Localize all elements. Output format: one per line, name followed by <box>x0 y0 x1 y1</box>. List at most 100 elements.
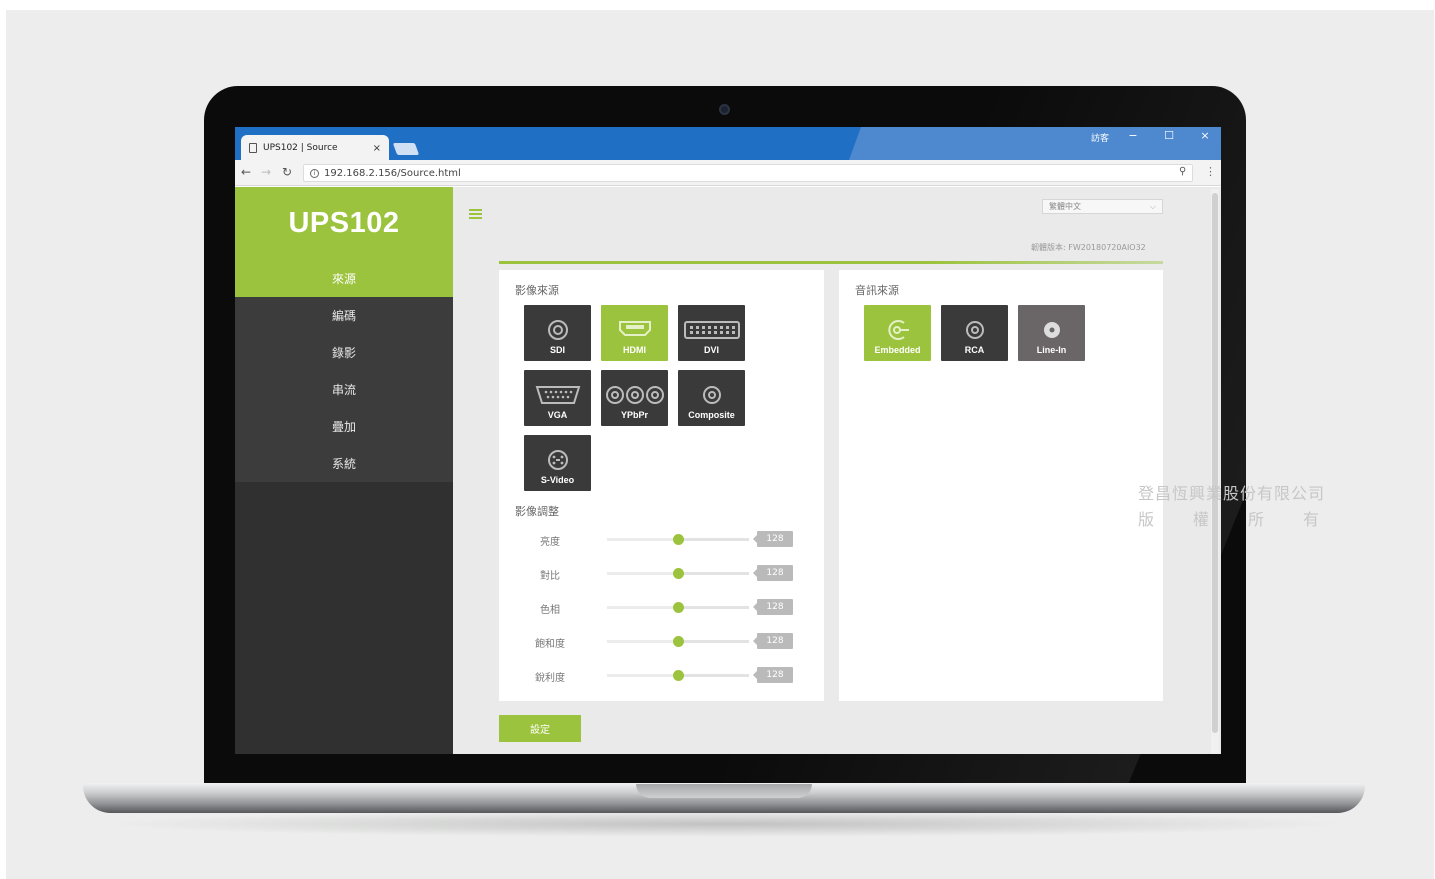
video-source-grid: SDI HDMI DVI VGA YPbPr Composite S-Video <box>524 305 745 491</box>
browser-tab[interactable]: UPS102 | Source × <box>241 135 389 161</box>
info-icon: i <box>310 168 319 178</box>
sidebar-item-system[interactable]: 系統 <box>235 445 453 482</box>
close-window-button[interactable]: × <box>1197 129 1213 142</box>
adjust-label: 色相 <box>540 605 560 616</box>
laptop-screen: UPS102 | Source × 訪客 − ☐ × ← → ↻ i 192.1… <box>235 127 1221 754</box>
adjust-label: 對比 <box>540 571 560 582</box>
audio-source-title: 音訊來源 <box>855 284 899 297</box>
new-tab-button[interactable] <box>392 143 420 155</box>
sharpness-slider[interactable] <box>607 670 749 681</box>
audio-source-grid: Embedded RCA Line-In <box>864 305 1085 361</box>
audio-tile-embedded[interactable]: Embedded <box>864 305 931 361</box>
url-text[interactable]: 192.168.2.156/Source.html <box>324 168 461 179</box>
adjust-row-contrast: 對比 128 <box>515 556 810 590</box>
window-user-label[interactable]: 訪客 <box>1091 131 1109 144</box>
browser-toolbar: ← → ↻ i 192.168.2.156/Source.html ⚲ ⋮ <box>235 160 1221 186</box>
back-arrow-icon[interactable]: ← <box>241 165 251 179</box>
webcam-icon <box>719 104 730 115</box>
saturation-slider[interactable] <box>607 636 749 647</box>
page-icon <box>249 143 257 153</box>
adjust-value: 128 <box>753 565 793 581</box>
set-button[interactable]: 設定 <box>499 715 581 742</box>
audio-tile-rca[interactable]: RCA <box>941 305 1008 361</box>
hamburger-menu-icon[interactable] <box>469 209 482 221</box>
source-tile-composite[interactable]: Composite <box>678 370 745 426</box>
watermark-rights: 版 權 所 有 <box>1138 507 1320 533</box>
tile-label: SDI <box>549 345 565 355</box>
maximize-button[interactable]: ☐ <box>1161 129 1177 142</box>
slider-fill <box>607 606 678 609</box>
adjust-value: 128 <box>753 633 793 649</box>
source-tile-svideo[interactable]: S-Video <box>524 435 591 491</box>
page-scrollbar[interactable] <box>1211 189 1219 754</box>
composite-connector-icon <box>702 386 721 404</box>
header-divider <box>499 261 1163 264</box>
source-tile-vga[interactable]: VGA <box>524 370 591 426</box>
tile-label: RCA <box>964 345 985 355</box>
laptop-shadow <box>100 811 1350 837</box>
brightness-slider[interactable] <box>607 534 749 545</box>
hue-slider[interactable] <box>607 602 749 613</box>
adjust-row-hue: 色相 128 <box>515 590 810 624</box>
tile-label: Embedded <box>874 345 921 355</box>
tile-label: S-Video <box>540 475 575 485</box>
dvi-connector-icon <box>683 321 740 339</box>
zoom-icon[interactable]: ⚲ <box>1179 166 1186 177</box>
browser-titlebar: UPS102 | Source × 訪客 − ☐ × <box>235 127 1221 161</box>
scrollbar-thumb[interactable] <box>1212 193 1218 733</box>
rca-connector-icon <box>965 321 984 339</box>
sdi-connector-icon <box>547 320 568 340</box>
watermark-char: 有 <box>1302 510 1320 529</box>
forward-arrow-icon[interactable]: → <box>261 165 271 179</box>
svideo-connector-icon <box>547 450 568 470</box>
ypbpr-connector-icon <box>605 386 664 404</box>
source-tile-hdmi[interactable]: HDMI <box>601 305 668 361</box>
reload-icon[interactable]: ↻ <box>282 165 292 179</box>
slider-thumb[interactable] <box>673 534 684 545</box>
slider-thumb[interactable] <box>673 568 684 579</box>
video-source-title: 影像來源 <box>515 284 559 297</box>
slider-thumb[interactable] <box>673 602 684 613</box>
source-tile-dvi[interactable]: DVI <box>678 305 745 361</box>
minimize-button[interactable]: − <box>1125 129 1141 142</box>
slider-fill <box>607 640 678 643</box>
adjust-row-saturation: 飽和度 128 <box>515 624 810 658</box>
slider-fill <box>607 674 678 677</box>
watermark-char: 權 <box>1192 510 1210 529</box>
source-tile-ypbpr[interactable]: YPbPr <box>601 370 668 426</box>
chevron-down-icon: ⌵ <box>1149 202 1156 211</box>
sidebar-item-source[interactable]: 來源 <box>235 260 453 297</box>
sidebar-item-stream[interactable]: 串流 <box>235 371 453 408</box>
tile-label: YPbPr <box>620 410 648 420</box>
adjust-value: 128 <box>753 599 793 615</box>
contrast-slider[interactable] <box>607 568 749 579</box>
audio-tile-line-in[interactable]: Line-In <box>1018 305 1085 361</box>
sidebar-item-record[interactable]: 錄影 <box>235 334 453 371</box>
adjust-value: 128 <box>753 667 793 683</box>
adjust-row-brightness: 亮度 128 <box>515 522 810 556</box>
firmware-version: 韌體版本: FW20180720AIO32 <box>1031 243 1146 252</box>
address-bar[interactable]: i 192.168.2.156/Source.html <box>303 164 1193 182</box>
slider-thumb[interactable] <box>673 670 684 681</box>
browser-menu-icon[interactable]: ⋮ <box>1205 165 1216 178</box>
language-select[interactable]: 繁體中文 ⌵ <box>1042 199 1163 214</box>
slider-thumb[interactable] <box>673 636 684 647</box>
adjust-row-sharpness: 銳利度 128 <box>515 658 810 692</box>
brand-logo: UPS102 <box>235 187 453 260</box>
copyright-watermark: 登昌恆興業股份有限公司 版 權 所 有 <box>1138 481 1325 533</box>
adjust-label: 亮度 <box>540 537 560 548</box>
video-panel: 影像來源 SDI HDMI DVI VGA YPbPr Composite S-… <box>499 270 824 701</box>
tile-label: Composite <box>688 410 735 420</box>
source-tile-sdi[interactable]: SDI <box>524 305 591 361</box>
tab-close-icon[interactable]: × <box>373 143 381 154</box>
main-content: 繁體中文 ⌵ 韌體版本: FW20180720AIO32 影像來源 SDI HD… <box>453 187 1221 754</box>
vga-connector-icon <box>535 386 580 404</box>
tab-title: UPS102 | Source <box>263 143 338 153</box>
tile-label: VGA <box>547 410 568 420</box>
adjust-value: 128 <box>753 531 793 547</box>
tile-label: HDMI <box>623 345 646 355</box>
audio-panel: 音訊來源 Embedded RCA Line-In <box>839 270 1163 701</box>
sidebar-item-encode[interactable]: 編碼 <box>235 297 453 334</box>
sidebar-item-overlay[interactable]: 疊加 <box>235 408 453 445</box>
video-adjust-title: 影像調整 <box>515 505 559 518</box>
